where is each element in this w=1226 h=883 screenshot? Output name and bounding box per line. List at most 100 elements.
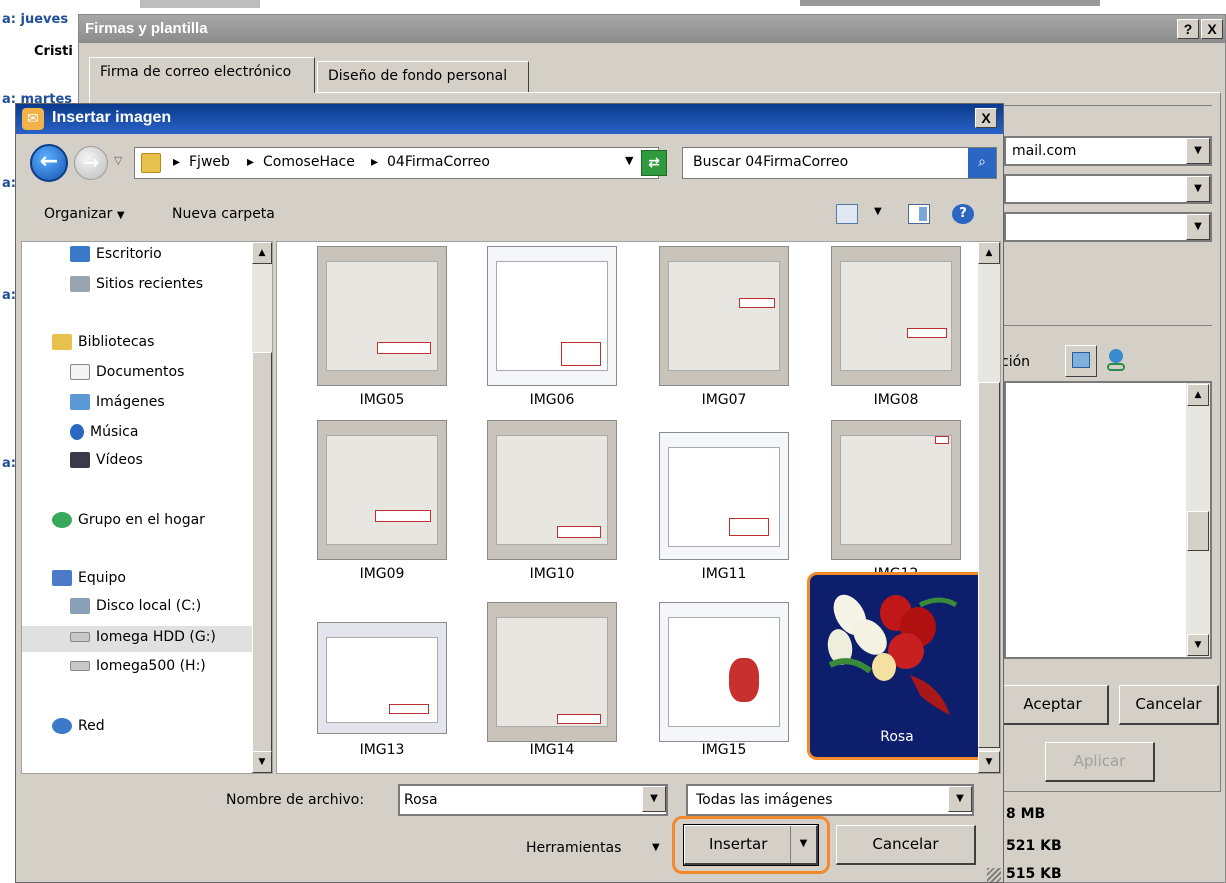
file-type-select[interactable]: Todas las imágenes ▼ <box>686 784 974 816</box>
chevron-down-icon[interactable]: ▼ <box>1186 138 1210 164</box>
signature-editor[interactable]: ▲ ▼ <box>1004 381 1212 659</box>
view-icon[interactable] <box>836 204 858 224</box>
link-icon <box>1107 363 1125 371</box>
address-bar[interactable]: ▸ Fjweb ▸ ComoseHace ▸ 04FirmaCorreo ▼ <box>134 147 659 179</box>
accept-button[interactable]: Aceptar <box>997 685 1109 725</box>
file-name-label: Nombre de archivo: <box>226 792 365 808</box>
help-icon[interactable]: ? <box>952 204 974 224</box>
nav-item-iomega500[interactable]: Iomega500 (H:) <box>70 658 206 684</box>
scroll-up-arrow[interactable]: ▲ <box>252 242 272 264</box>
file-scrollbar[interactable]: ▲ ▼ <box>978 242 1000 773</box>
search-icon[interactable]: ⌕ <box>968 148 996 178</box>
breadcrumb-arrow-icon[interactable]: ▸ <box>247 154 254 170</box>
scroll-up-arrow[interactable]: ▲ <box>978 242 1000 264</box>
file-label-img05[interactable]: IMG05 <box>302 392 462 408</box>
scroll-thumb[interactable] <box>252 352 272 752</box>
back-arrow-icon[interactable]: ← <box>30 144 68 182</box>
account-combo[interactable]: mail.com ▼ <box>1004 136 1212 166</box>
nav-item-videos[interactable]: Vídeos <box>70 452 143 478</box>
scroll-thumb[interactable] <box>978 382 1000 748</box>
nav-item-escritorio[interactable]: Escritorio <box>70 246 162 272</box>
breadcrumb-04firmacorreo[interactable]: 04FirmaCorreo <box>387 154 490 170</box>
insert-close-button[interactable]: X <box>975 108 997 128</box>
chevron-down-icon[interactable]: ▼ <box>652 842 660 853</box>
scroll-down-arrow[interactable]: ▼ <box>978 751 1000 773</box>
thumbnail-rosa-selected[interactable]: Rosa <box>807 572 987 760</box>
apply-button-label: Aplicar <box>1073 752 1126 770</box>
chevron-down-icon[interactable]: ▽ <box>114 154 122 167</box>
file-label-img06[interactable]: IMG06 <box>472 392 632 408</box>
forward-arrow-icon[interactable]: → <box>74 146 108 180</box>
file-label-img14[interactable]: IMG14 <box>472 742 632 758</box>
chevron-down-icon[interactable]: ▼ <box>1186 214 1210 240</box>
nav-item-red[interactable]: Red <box>52 718 105 744</box>
breadcrumb-arrow-icon[interactable]: ▸ <box>371 154 378 170</box>
scroll-down-arrow[interactable]: ▼ <box>252 751 272 773</box>
nav-item-grupo-hogar[interactable]: Grupo en el hogar <box>52 512 205 538</box>
thumbnail-img09[interactable] <box>317 420 447 560</box>
apply-button[interactable]: Aplicar <box>1045 742 1155 782</box>
file-label-img10[interactable]: IMG10 <box>472 566 632 582</box>
organize-button[interactable]: Organizar ▼ <box>44 206 125 222</box>
thumbnail-img06[interactable] <box>487 246 617 386</box>
thumbnail-img08[interactable] <box>831 246 961 386</box>
file-label-img13[interactable]: IMG13 <box>302 742 462 758</box>
file-label-img08[interactable]: IMG08 <box>816 392 976 408</box>
search-input[interactable]: Buscar 04FirmaCorreo ⌕ <box>682 147 997 179</box>
reply-combo[interactable]: ▼ <box>1004 212 1212 242</box>
insert-image-button[interactable] <box>1065 345 1097 377</box>
file-name-input[interactable]: Rosa ▼ <box>398 784 668 816</box>
tab-personal-stationery[interactable]: Diseño de fondo personal <box>317 61 529 93</box>
thumbnail-img11[interactable] <box>659 432 789 560</box>
chevron-down-icon[interactable]: ▼ <box>625 154 633 167</box>
thumbnail-img07[interactable] <box>659 246 789 386</box>
new-folder-button[interactable]: Nueva carpeta <box>172 206 275 222</box>
scroll-down-arrow[interactable]: ▼ <box>1187 634 1209 656</box>
file-label-img15[interactable]: IMG15 <box>644 742 804 758</box>
breadcrumb-comosehace[interactable]: ComoseHace <box>263 154 355 170</box>
editor-scrollbar[interactable]: ▲ ▼ <box>1186 383 1210 657</box>
nav-item-iomega-hdd[interactable]: Iomega HDD (G:) <box>22 626 272 652</box>
new-message-combo[interactable]: ▼ <box>1004 174 1212 204</box>
file-label-img09[interactable]: IMG09 <box>302 566 462 582</box>
nav-item-musica[interactable]: Música <box>70 424 138 450</box>
file-label-img07[interactable]: IMG07 <box>644 392 804 408</box>
thumbnail-img14[interactable] <box>487 602 617 742</box>
nav-item-sitios-recientes[interactable]: Sitios recientes <box>70 276 203 302</box>
firmas-close-button[interactable]: X <box>1201 19 1223 39</box>
preview-pane-icon[interactable] <box>908 204 930 224</box>
refresh-icon[interactable]: ⇄ <box>641 150 667 176</box>
date-label-4: a: <box>2 288 16 303</box>
nav-item-documentos[interactable]: Documentos <box>70 364 184 390</box>
firmas-title: Firmas y plantilla <box>85 20 208 37</box>
nav-item-imagenes[interactable]: Imágenes <box>70 394 165 420</box>
insert-button[interactable]: Insertar ▼ <box>683 824 819 866</box>
tools-button[interactable]: Herramientas <box>526 840 621 856</box>
scroll-up-arrow[interactable]: ▲ <box>1187 384 1209 406</box>
help-button[interactable]: ? <box>1177 19 1199 39</box>
hyperlink-button[interactable] <box>1103 347 1131 375</box>
chevron-down-icon[interactable]: ▼ <box>790 826 816 863</box>
thumbnail-img15[interactable] <box>659 602 789 742</box>
chevron-down-icon[interactable]: ▼ <box>948 786 972 812</box>
firmas-cancel-button[interactable]: Cancelar <box>1119 685 1219 725</box>
thumbnail-img12[interactable] <box>831 420 961 560</box>
breadcrumb-fjweb[interactable]: Fjweb <box>189 154 230 170</box>
chevron-down-icon[interactable]: ▼ <box>874 206 882 217</box>
insert-cancel-button[interactable]: Cancelar <box>836 825 976 865</box>
background-title-fragment <box>800 0 1100 6</box>
thumbnail-img10[interactable] <box>487 420 617 560</box>
nav-scrollbar[interactable]: ▲ ▼ <box>252 242 272 773</box>
chevron-down-icon[interactable]: ▼ <box>642 786 666 812</box>
chevron-down-icon[interactable]: ▼ <box>1186 176 1210 202</box>
nav-item-bibliotecas[interactable]: Bibliotecas <box>52 334 154 360</box>
tab-email-signature[interactable]: Firma de correo electrónico <box>89 57 315 93</box>
scroll-thumb[interactable] <box>1187 511 1209 551</box>
file-label-img11[interactable]: IMG11 <box>644 566 804 582</box>
thumbnail-img13[interactable] <box>317 622 447 734</box>
breadcrumb-arrow-icon[interactable]: ▸ <box>173 154 180 170</box>
thumbnail-img05[interactable] <box>317 246 447 386</box>
resize-grip-icon[interactable] <box>987 868 1001 882</box>
nav-item-equipo[interactable]: Equipo <box>52 570 126 596</box>
nav-item-disco-local[interactable]: Disco local (C:) <box>70 598 201 624</box>
